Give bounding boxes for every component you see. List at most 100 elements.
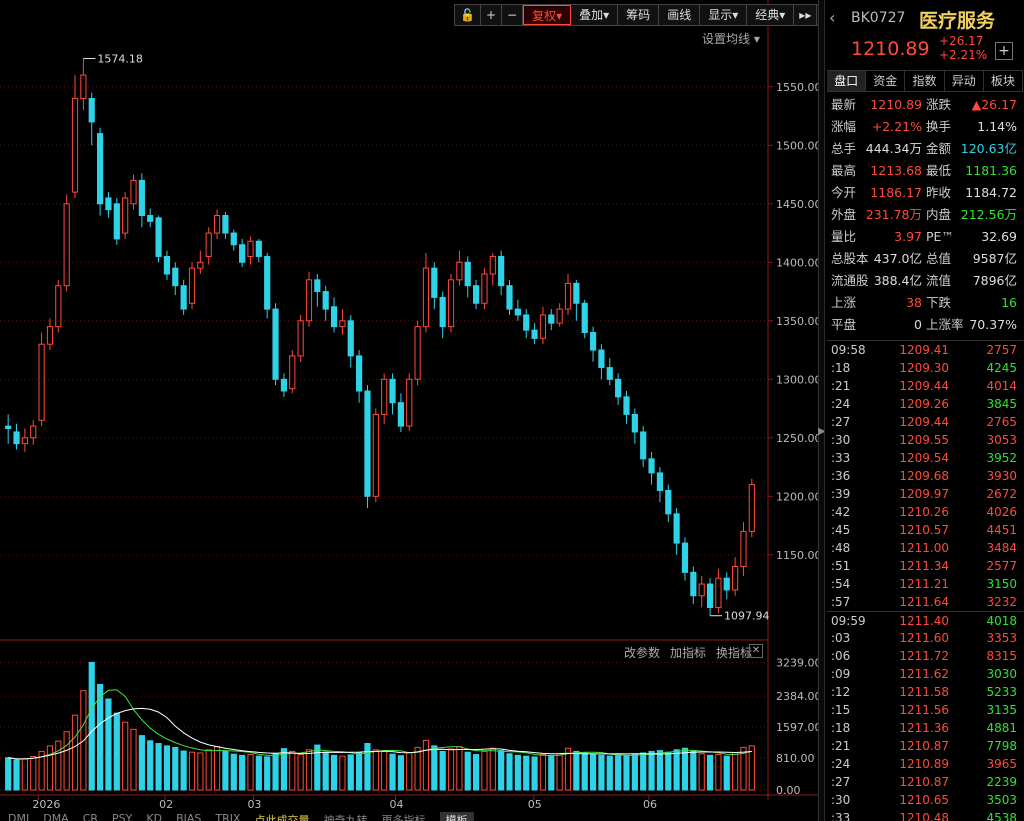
volume-bar — [489, 747, 496, 791]
chart-toolbar: 🔓 + − 复权▾ 叠加▾ 筹码 画线 显示▾ 经典▾ ▸▸ ⛶ — [454, 4, 837, 26]
volume-bar — [356, 752, 363, 791]
candle-body — [289, 355, 296, 390]
candle-body — [498, 255, 505, 287]
volume-bar — [573, 750, 580, 791]
indicator-tab[interactable]: TRIX — [215, 812, 240, 821]
quote-value: ▲26.17 — [971, 97, 1017, 112]
tick-row: :21 1210.87 7798 — [827, 737, 1023, 755]
quote-value: 7896亿 — [972, 273, 1017, 288]
quote-tab[interactable]: 异动 — [945, 71, 984, 91]
candle-body — [38, 343, 45, 421]
tick-time: :03 — [831, 631, 851, 645]
minus-icon[interactable]: − — [502, 5, 524, 25]
display-button[interactable]: 显示▾ — [700, 5, 748, 25]
tick-time: :27 — [831, 415, 851, 429]
candle-body — [372, 413, 379, 497]
change-value: +26.17 — [939, 34, 984, 48]
classic-label: 经典 — [755, 8, 780, 22]
quote-tab[interactable]: 指数 — [905, 71, 945, 91]
tick-price: 1211.64 — [899, 595, 949, 609]
indicator-tab[interactable]: 更多指标 — [382, 812, 426, 821]
add-watchlist-button[interactable]: + — [995, 42, 1013, 60]
candle-body — [155, 217, 162, 257]
price-tick-label: 1400.00 — [776, 256, 818, 269]
quote-cell: 量比 3.97 — [831, 226, 926, 248]
quote-header: ‹ BK0727 医疗服务 — [825, 0, 1024, 36]
fast-forward-icon[interactable]: ▸▸ — [794, 5, 818, 25]
quote-label: 流值 — [926, 273, 952, 288]
tick-volume: 3353 — [986, 631, 1017, 645]
candle-body — [723, 577, 730, 591]
tick-time: :48 — [831, 541, 851, 555]
candle-body — [397, 402, 404, 427]
indicator-tab[interactable]: CR — [83, 812, 98, 821]
volume-bar — [130, 728, 137, 791]
volume-bar — [213, 746, 221, 791]
quote-row: 量比 3.97 PE™ 32.69 — [831, 226, 1021, 248]
tick-price: 1211.21 — [899, 577, 949, 591]
indicator-tab[interactable]: DMA — [43, 812, 69, 821]
indicator-tab[interactable]: 神奇九转 — [324, 812, 368, 821]
volume-bar — [447, 748, 455, 791]
crosshair-plus-icon[interactable]: + — [481, 5, 503, 25]
change-params-link[interactable]: 改参数 — [624, 644, 660, 661]
quote-label: 上涨 — [831, 295, 857, 310]
quote-label: 昨收 — [926, 185, 952, 200]
restore-rights-button[interactable]: 复权▾ — [523, 5, 572, 25]
quote-tab[interactable]: 资金 — [866, 71, 906, 91]
tick-price: 1211.58 — [899, 685, 949, 699]
tick-row: :15 1211.56 3135 — [827, 701, 1023, 719]
candle-body — [564, 282, 572, 310]
classic-button[interactable]: 经典▾ — [747, 5, 795, 25]
tick-time: 09:58 — [831, 343, 866, 357]
ma-settings-button[interactable]: 设置均线 ▾ — [702, 30, 760, 47]
indicator-tab[interactable]: 点此成交量 — [255, 812, 310, 821]
volume-bar — [21, 758, 28, 791]
tick-volume: 3930 — [986, 469, 1017, 483]
quote-value: 388.4亿 — [873, 273, 922, 288]
quote-tab[interactable]: 板块 — [984, 71, 1024, 91]
price-tick-label: 1350.00 — [776, 315, 818, 328]
candle-body — [247, 240, 254, 257]
volume-tick-label: 1597.00 — [776, 721, 818, 734]
close-indicator-icon[interactable]: ✕ — [749, 644, 763, 658]
tick-volume: 4881 — [986, 721, 1017, 735]
kline-chart-area[interactable]: 1550.00 1500.00 1450.00 1400.00 1350.00 1300.… — [0, 0, 837, 821]
volume-bar — [514, 754, 521, 791]
lock-icon[interactable]: 🔓 — [455, 5, 481, 25]
indicator-tab[interactable]: KD — [146, 812, 162, 821]
quote-row: 总股本 437.0亿 总值 9587亿 — [831, 248, 1021, 270]
quote-tab[interactable]: 盘口 — [827, 71, 867, 91]
tick-time: :39 — [831, 487, 851, 501]
tick-time: :15 — [831, 703, 851, 717]
candle-body — [698, 583, 705, 597]
switch-indicator-link[interactable]: 换指标 — [716, 644, 752, 661]
overlay-button[interactable]: 叠加▾ — [571, 5, 619, 25]
volume-bar — [414, 746, 421, 791]
tick-price: 1209.30 — [899, 361, 949, 375]
price-tick-label: 1150.00 — [776, 549, 818, 562]
draw-line-button[interactable]: 画线 — [659, 5, 701, 25]
kline-chart[interactable]: 1550.00 1500.00 1450.00 1400.00 1350.00 1300.… — [0, 0, 818, 821]
quote-label: 金额 — [926, 141, 952, 156]
indicator-tab[interactable]: PSY — [112, 812, 132, 821]
tick-price: 1210.26 — [899, 505, 949, 519]
tick-volume: 5233 — [986, 685, 1017, 699]
indicator-tab[interactable]: BIAS — [176, 812, 201, 821]
volume-bar — [381, 750, 388, 791]
tick-price: 1211.40 — [899, 614, 949, 628]
candle-body — [447, 279, 455, 328]
indicator-tab[interactable]: DMI — [8, 812, 29, 821]
price-tick-label: 1300.00 — [776, 373, 818, 386]
tick-list[interactable]: 09:58 1209.41 2757:18 1209.30 4245:21 1209.44… — [827, 340, 1023, 821]
indicator-tab[interactable]: 模板 — [439, 812, 474, 821]
candle-body — [548, 314, 555, 324]
index-code: BK0727 — [851, 10, 906, 26]
back-arrow-icon[interactable]: ‹ — [829, 8, 835, 27]
tick-time: :09 — [831, 667, 851, 681]
candle-body — [264, 255, 271, 310]
price-change: +26.17 +2.21% — [939, 34, 987, 62]
quote-cell: 今开 1186.17 — [831, 182, 926, 204]
add-indicator-link[interactable]: 加指标 — [670, 644, 706, 661]
chips-button[interactable]: 筹码 — [618, 5, 660, 25]
